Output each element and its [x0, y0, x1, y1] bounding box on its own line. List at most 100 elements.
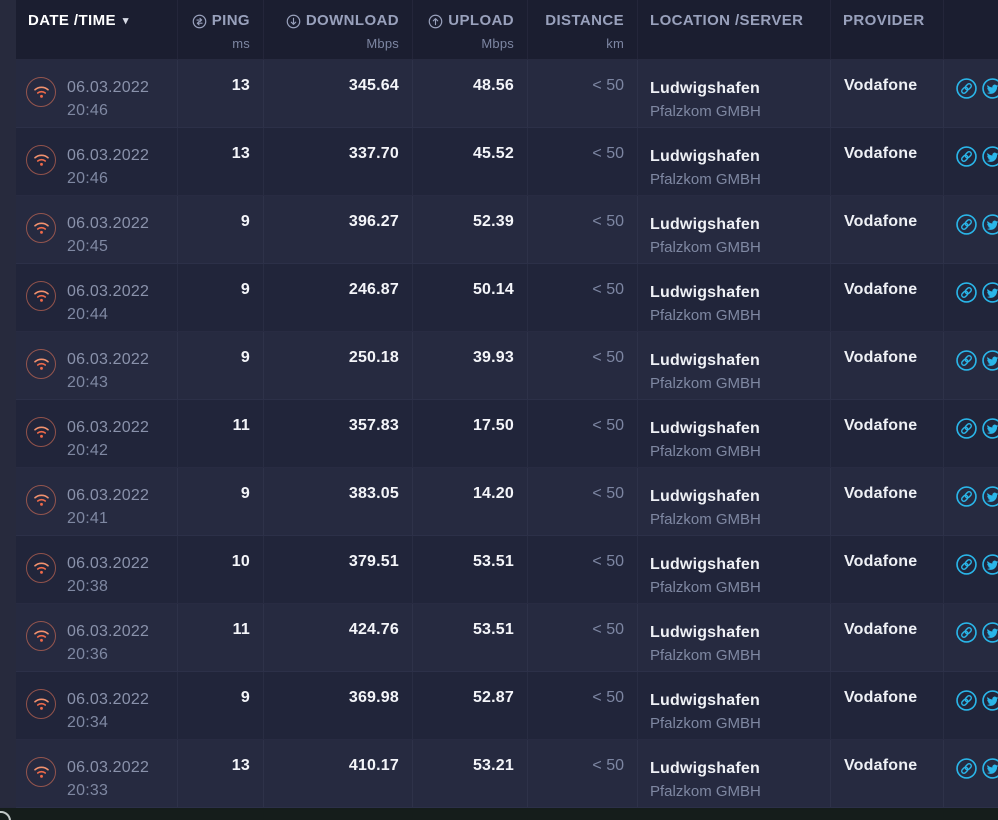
download-value: 337.70 [263, 128, 412, 195]
result-link-icon[interactable] [956, 418, 977, 467]
download-value: 379.51 [263, 536, 412, 603]
row-actions-cell [943, 400, 998, 467]
share-twitter-icon[interactable] [982, 78, 998, 127]
result-date: 06.03.2022 [67, 419, 150, 436]
provider-name: Vodafone [830, 128, 943, 195]
result-row: 06.03.2022 20:34 9 369.98 52.87 < 50 Lud… [16, 672, 998, 740]
distance-value: < 50 [527, 264, 637, 331]
column-header-label: PING [211, 12, 250, 29]
server-name: Pfalzkom GMBH [650, 511, 761, 528]
result-link-icon[interactable] [956, 758, 977, 807]
sort-caret-icon: ▾ [122, 15, 129, 27]
share-twitter-icon[interactable] [982, 146, 998, 195]
result-row: 06.03.2022 20:42 11 357.83 17.50 < 50 Lu… [16, 400, 998, 468]
distance-value: < 50 [527, 604, 637, 671]
result-link-icon[interactable] [956, 486, 977, 535]
result-row: 06.03.2022 20:46 13 337.70 45.52 < 50 Lu… [16, 128, 998, 196]
share-twitter-icon[interactable] [982, 622, 998, 671]
column-header-actions [943, 0, 998, 59]
location-name: Ludwigshafen [650, 488, 760, 505]
result-time: 20:33 [67, 782, 109, 799]
row-actions-cell [943, 468, 998, 535]
share-twitter-icon[interactable] [982, 690, 998, 739]
result-link-icon[interactable] [956, 690, 977, 739]
result-row: 06.03.2022 20:43 9 250.18 39.93 < 50 Lud… [16, 332, 998, 400]
wifi-icon [26, 485, 56, 515]
provider-name: Vodafone [830, 672, 943, 739]
results-table-header: DATE /TIME ▾ PING ms DOWNLOAD Mbps UPLOA… [16, 0, 998, 60]
location-name: Ludwigshafen [650, 80, 760, 97]
share-twitter-icon[interactable] [982, 418, 998, 467]
share-twitter-icon[interactable] [982, 350, 998, 399]
distance-value: < 50 [527, 196, 637, 263]
share-twitter-icon[interactable] [982, 214, 998, 263]
result-link-icon[interactable] [956, 78, 977, 127]
server-name: Pfalzkom GMBH [650, 783, 761, 800]
share-twitter-icon[interactable] [982, 554, 998, 603]
date-time-cell: 06.03.2022 20:42 [16, 400, 177, 467]
date-time-cell: 06.03.2022 20:43 [16, 332, 177, 399]
result-link-icon[interactable] [956, 282, 977, 331]
date-time-cell: 06.03.2022 20:34 [16, 672, 177, 739]
result-row: 06.03.2022 20:41 9 383.05 14.20 < 50 Lud… [16, 468, 998, 536]
share-twitter-icon[interactable] [982, 282, 998, 331]
distance-value: < 50 [527, 128, 637, 195]
location-server-cell: Ludwigshafen Pfalzkom GMBH [637, 332, 830, 399]
location-name: Ludwigshafen [650, 352, 760, 369]
date-time-cell: 06.03.2022 20:46 [16, 60, 177, 127]
upload-value: 50.14 [412, 264, 527, 331]
result-time: 20:34 [67, 714, 109, 731]
wifi-icon [26, 349, 56, 379]
result-time: 20:38 [67, 578, 109, 595]
location-name: Ludwigshafen [650, 692, 760, 709]
distance-value: < 50 [527, 468, 637, 535]
location-server-cell: Ludwigshafen Pfalzkom GMBH [637, 60, 830, 127]
ping-value: 9 [177, 332, 263, 399]
ping-value: 9 [177, 672, 263, 739]
share-twitter-icon[interactable] [982, 486, 998, 535]
result-time: 20:45 [67, 238, 109, 255]
ping-value: 13 [177, 128, 263, 195]
wifi-icon [26, 213, 56, 243]
result-date: 06.03.2022 [67, 623, 150, 640]
ping-value: 11 [177, 400, 263, 467]
ping-value: 13 [177, 60, 263, 127]
provider-name: Vodafone [830, 740, 943, 807]
column-header-label: DOWNLOAD [305, 12, 399, 29]
distance-value: < 50 [527, 60, 637, 127]
result-time: 20:41 [67, 510, 109, 527]
location-name: Ludwigshafen [650, 148, 760, 165]
provider-name: Vodafone [830, 536, 943, 603]
date-time-cell: 06.03.2022 20:36 [16, 604, 177, 671]
result-link-icon[interactable] [956, 554, 977, 603]
date-time-cell: 06.03.2022 20:46 [16, 128, 177, 195]
result-date: 06.03.2022 [67, 79, 150, 96]
column-header-upload: UPLOAD Mbps [412, 0, 527, 59]
row-actions-cell [943, 604, 998, 671]
column-header-date-time[interactable]: DATE /TIME ▾ [16, 0, 177, 59]
result-link-icon[interactable] [956, 622, 977, 671]
result-link-icon[interactable] [956, 350, 977, 399]
result-row: 06.03.2022 20:38 10 379.51 53.51 < 50 Lu… [16, 536, 998, 604]
row-actions-cell [943, 740, 998, 807]
ping-value: 11 [177, 604, 263, 671]
location-name: Ludwigshafen [650, 284, 760, 301]
location-name: Ludwigshafen [650, 760, 760, 777]
result-link-icon[interactable] [956, 214, 977, 263]
result-date: 06.03.2022 [67, 147, 150, 164]
provider-name: Vodafone [830, 60, 943, 127]
column-header-label: DISTANCE [545, 12, 624, 29]
server-name: Pfalzkom GMBH [650, 307, 761, 324]
upload-icon [428, 14, 443, 29]
download-value: 357.83 [263, 400, 412, 467]
result-time: 20:36 [67, 646, 109, 663]
row-actions-cell [943, 536, 998, 603]
upload-value: 53.51 [412, 604, 527, 671]
result-link-icon[interactable] [956, 146, 977, 195]
share-twitter-icon[interactable] [982, 758, 998, 807]
column-header-label: PROVIDER [843, 12, 925, 29]
row-actions-cell [943, 672, 998, 739]
result-date: 06.03.2022 [67, 555, 150, 572]
upload-value: 14.20 [412, 468, 527, 535]
results-table-body: 06.03.2022 20:46 13 345.64 48.56 < 50 Lu… [16, 60, 998, 808]
